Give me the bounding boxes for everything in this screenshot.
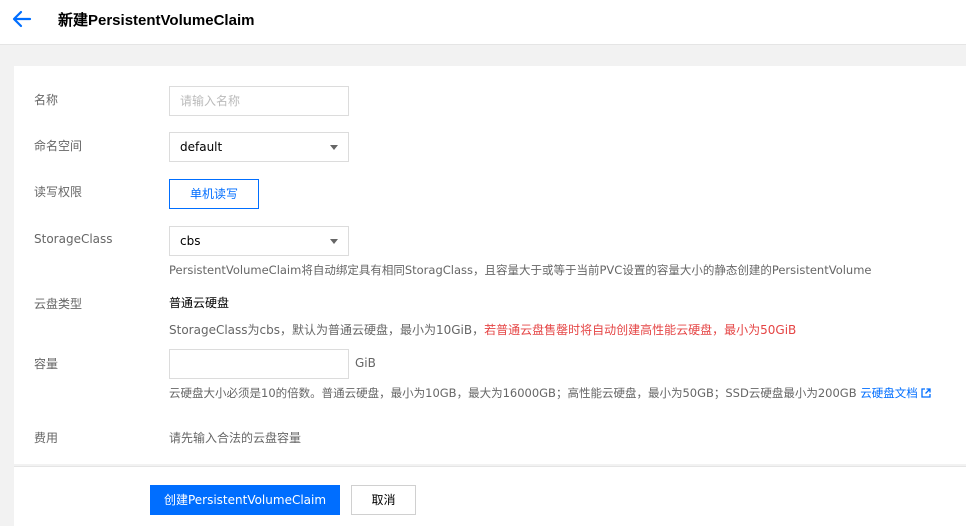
capacity-hint: 云硬盘大小必须是10的倍数。普通云硬盘，最小为10GB，最大为16000GB；高…: [169, 385, 931, 401]
namespace-label: 命名空间: [34, 139, 83, 153]
capacity-hint-text: 云硬盘大小必须是10的倍数。普通云硬盘，最小为10GB，最大为16000GB；高…: [169, 386, 861, 400]
page-title: 新建PersistentVolumeClaim: [58, 12, 255, 29]
storage-class-select-value: cbs: [180, 234, 201, 248]
access-option-rwo[interactable]: 单机读写: [169, 179, 259, 209]
storage-class-label: StorageClass: [34, 232, 113, 246]
capacity-unit: GiB: [355, 356, 376, 370]
disk-type-hint: StorageClass为cbs，默认为普通云硬盘，最小为10GiB，若普通云盘…: [169, 321, 796, 338]
name-label: 名称: [34, 93, 59, 107]
disk-doc-link[interactable]: 云硬盘文档: [860, 386, 918, 400]
arrow-left-icon[interactable]: [12, 10, 32, 28]
namespace-select-value: default: [180, 140, 223, 154]
storage-class-select[interactable]: cbs: [169, 226, 349, 256]
access-label: 读写权限: [34, 185, 83, 199]
namespace-select[interactable]: default: [169, 132, 349, 162]
fee-label: 费用: [34, 431, 59, 445]
disk-type-value: 普通云硬盘: [169, 296, 230, 310]
chevron-down-icon: [330, 145, 338, 150]
capacity-input[interactable]: [169, 349, 349, 379]
fee-value: 请先输入合法的云盘容量: [169, 431, 302, 445]
name-input[interactable]: [169, 86, 349, 116]
footer-bar: 创建PersistentVolumeClaim 取消: [14, 466, 966, 526]
capacity-label: 容量: [34, 357, 59, 371]
form-panel: 名称 命名空间 default 读写权限 单机读写 StorageClass c…: [14, 66, 966, 464]
chevron-down-icon: [330, 239, 338, 244]
create-pvc-button[interactable]: 创建PersistentVolumeClaim: [150, 485, 340, 515]
cancel-button[interactable]: 取消: [351, 485, 416, 515]
disk-type-label: 云盘类型: [34, 297, 83, 311]
disk-type-warning: 若普通云盘售罄时将自动创建高性能云硬盘，最小为50GiB: [484, 323, 797, 337]
page-header: 新建PersistentVolumeClaim: [0, 0, 966, 45]
storage-class-hint: PersistentVolumeClaim将自动绑定具有相同StoragClas…: [169, 263, 872, 277]
external-link-icon[interactable]: [921, 388, 931, 398]
disk-type-hint-text: StorageClass为cbs，默认为普通云硬盘，最小为10GiB，: [169, 323, 485, 337]
